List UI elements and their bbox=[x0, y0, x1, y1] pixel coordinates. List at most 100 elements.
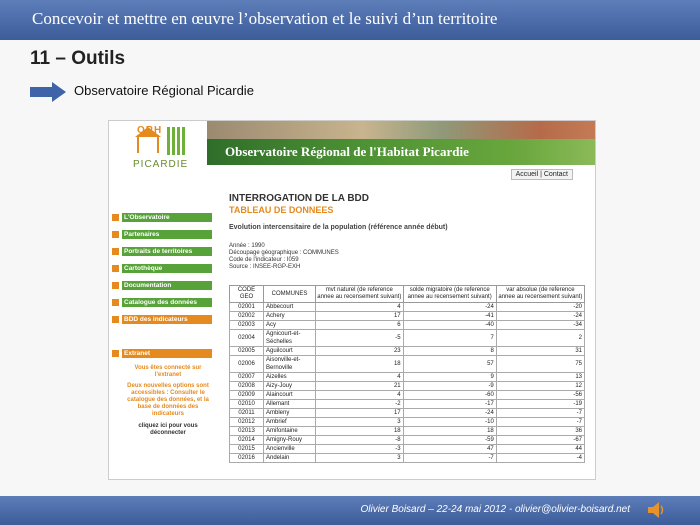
extranet-options: Deux nouvelles options sont accessibles … bbox=[127, 383, 209, 417]
logout-link[interactable]: cliquez ici pour vous déconnecter bbox=[127, 423, 209, 437]
table-row: 02002 Achery 17 -41 -24 bbox=[229, 311, 586, 321]
cell-commune: Acy bbox=[263, 320, 316, 330]
cell-code: 02005 bbox=[229, 346, 264, 356]
cell-commune: Abbecourt bbox=[263, 302, 316, 312]
cell-var: -20 bbox=[495, 302, 586, 312]
cell-solde: -17 bbox=[402, 399, 497, 409]
nav-item-extranet[interactable]: Extranet bbox=[109, 349, 213, 358]
cell-solde: -24 bbox=[402, 302, 497, 312]
cell-code: 02008 bbox=[229, 381, 264, 391]
nav-item-portraits[interactable]: Portraits de territoires bbox=[109, 247, 213, 256]
cell-solde: 57 bbox=[402, 355, 497, 373]
cell-solde: 47 bbox=[402, 444, 497, 454]
cell-var: 31 bbox=[495, 346, 586, 356]
home-contact-link[interactable]: Accueil | Contact bbox=[510, 169, 573, 180]
cell-code: 02016 bbox=[229, 453, 264, 463]
cell-commune: Aisonville-et-Bernoville bbox=[263, 355, 316, 373]
cell-var: -67 bbox=[495, 435, 586, 445]
cell-code: 02014 bbox=[229, 435, 264, 445]
cell-solde: -60 bbox=[402, 390, 497, 400]
cell-var: 36 bbox=[495, 426, 586, 436]
cell-commune: Aizy-Jouy bbox=[263, 381, 316, 391]
cell-commune: Andelain bbox=[263, 453, 316, 463]
slide-title: Concevoir et mettre en œuvre l’observati… bbox=[32, 9, 498, 28]
cell-code: 02012 bbox=[229, 417, 264, 427]
cell-mvt: 18 bbox=[315, 426, 404, 436]
logo-bars-icon bbox=[167, 127, 185, 155]
table-row: 02010 Allemant -2 -17 -19 bbox=[229, 399, 586, 409]
cell-var: 44 bbox=[495, 444, 586, 454]
nav-label: Extranet bbox=[122, 349, 212, 358]
site-header: ORH PICARDIE Observatoire Régional de l'… bbox=[109, 121, 595, 187]
cell-code: 02007 bbox=[229, 372, 264, 382]
cell-mvt: 3 bbox=[315, 453, 404, 463]
table-header-row: CODE GEO COMMUNES mvt naturel (de refere… bbox=[229, 285, 586, 303]
page-title: INTERROGATION DE LA BDD bbox=[229, 193, 369, 204]
nav-item-bdd[interactable]: BDD des indicateurs bbox=[109, 315, 213, 324]
site-banner: Observatoire Régional de l'Habitat Picar… bbox=[207, 139, 595, 165]
nav-label: Cartothèque bbox=[122, 264, 212, 273]
cell-var: 12 bbox=[495, 381, 586, 391]
cell-code: 02013 bbox=[229, 426, 264, 436]
cell-mvt: 6 bbox=[315, 320, 404, 330]
col-header-var: var absolue (de reference annee au recen… bbox=[495, 285, 586, 303]
cell-solde: 9 bbox=[402, 372, 497, 382]
cell-mvt: 3 bbox=[315, 417, 404, 427]
table-row: 02003 Acy 6 -40 -34 bbox=[229, 320, 586, 330]
cell-mvt: 21 bbox=[315, 381, 404, 391]
cell-solde: 18 bbox=[402, 426, 497, 436]
table-row: 02005 Aguilcourt 23 8 31 bbox=[229, 346, 586, 356]
footer-text: Olivier Boisard – 22-24 mai 2012 - olivi… bbox=[360, 504, 630, 515]
table-row: 02004 Agnicourt-et-Séchelles -5 7 2 bbox=[229, 329, 586, 347]
nav-label: BDD des indicateurs bbox=[122, 315, 212, 324]
cell-commune: Ambrief bbox=[263, 417, 316, 427]
cell-code: 02011 bbox=[229, 408, 264, 418]
cell-mvt: 17 bbox=[315, 408, 404, 418]
cell-mvt: -3 bbox=[315, 444, 404, 454]
house-icon bbox=[135, 127, 161, 153]
nav-label: Portraits de territoires bbox=[122, 247, 212, 256]
cell-var: -7 bbox=[495, 417, 586, 427]
cell-mvt: -8 bbox=[315, 435, 404, 445]
cell-solde: -40 bbox=[402, 320, 497, 330]
cell-commune: Aguilcourt bbox=[263, 346, 316, 356]
cell-solde: 8 bbox=[402, 346, 497, 356]
speaker-icon[interactable] bbox=[647, 500, 665, 520]
cell-mvt: 23 bbox=[315, 346, 404, 356]
nav-item-partenaires[interactable]: Partenaires bbox=[109, 230, 213, 239]
bullet-icon bbox=[112, 282, 119, 289]
cell-solde: -7 bbox=[402, 453, 497, 463]
nav-label: Partenaires bbox=[122, 230, 212, 239]
arrow-right-icon bbox=[30, 82, 66, 102]
slide-subtitle: Observatoire Régional Picardie bbox=[74, 83, 254, 98]
cell-commune: Allemant bbox=[263, 399, 316, 409]
bullet-icon bbox=[112, 231, 119, 238]
site-logo[interactable]: ORH PICARDIE bbox=[109, 121, 207, 187]
cell-solde: -59 bbox=[402, 435, 497, 445]
bullet-icon bbox=[112, 316, 119, 323]
nav-item-documentation[interactable]: Documentation bbox=[109, 281, 213, 290]
table-row: 02015 Ancienville -3 47 44 bbox=[229, 444, 586, 454]
cell-code: 02006 bbox=[229, 355, 264, 373]
data-table: CODE GEO COMMUNES mvt naturel (de refere… bbox=[229, 285, 586, 463]
meta-indicator: Code de l'indicateur : I059 bbox=[229, 257, 299, 263]
main-content: INTERROGATION DE LA BDD TABLEAU DE DONNE… bbox=[227, 187, 595, 479]
cell-mvt: 17 bbox=[315, 311, 404, 321]
cell-code: 02002 bbox=[229, 311, 264, 321]
nav-item-observatoire[interactable]: L'Observatoire bbox=[109, 213, 213, 222]
cell-mvt: 18 bbox=[315, 355, 404, 373]
cell-commune: Agnicourt-et-Séchelles bbox=[263, 329, 316, 347]
cell-var: -34 bbox=[495, 320, 586, 330]
cell-code: 02015 bbox=[229, 444, 264, 454]
website-screenshot: ORH PICARDIE Observatoire Régional de l'… bbox=[108, 120, 596, 480]
logo-text-bottom: PICARDIE bbox=[133, 159, 189, 170]
col-header-solde: solde migratoire (de reference annee au … bbox=[402, 285, 497, 303]
banner-title: Observatoire Régional de l'Habitat Picar… bbox=[225, 144, 469, 159]
cell-commune: Alaincourt bbox=[263, 390, 316, 400]
col-header-code: CODE GEO bbox=[229, 285, 264, 303]
cell-code: 02001 bbox=[229, 302, 264, 312]
nav-item-catalogue[interactable]: Catalogue des données bbox=[109, 298, 213, 307]
nav-item-cartotheque[interactable]: Cartothèque bbox=[109, 264, 213, 273]
cell-solde: 7 bbox=[402, 329, 497, 347]
slide-title-bar: Concevoir et mettre en œuvre l’observati… bbox=[0, 0, 700, 40]
